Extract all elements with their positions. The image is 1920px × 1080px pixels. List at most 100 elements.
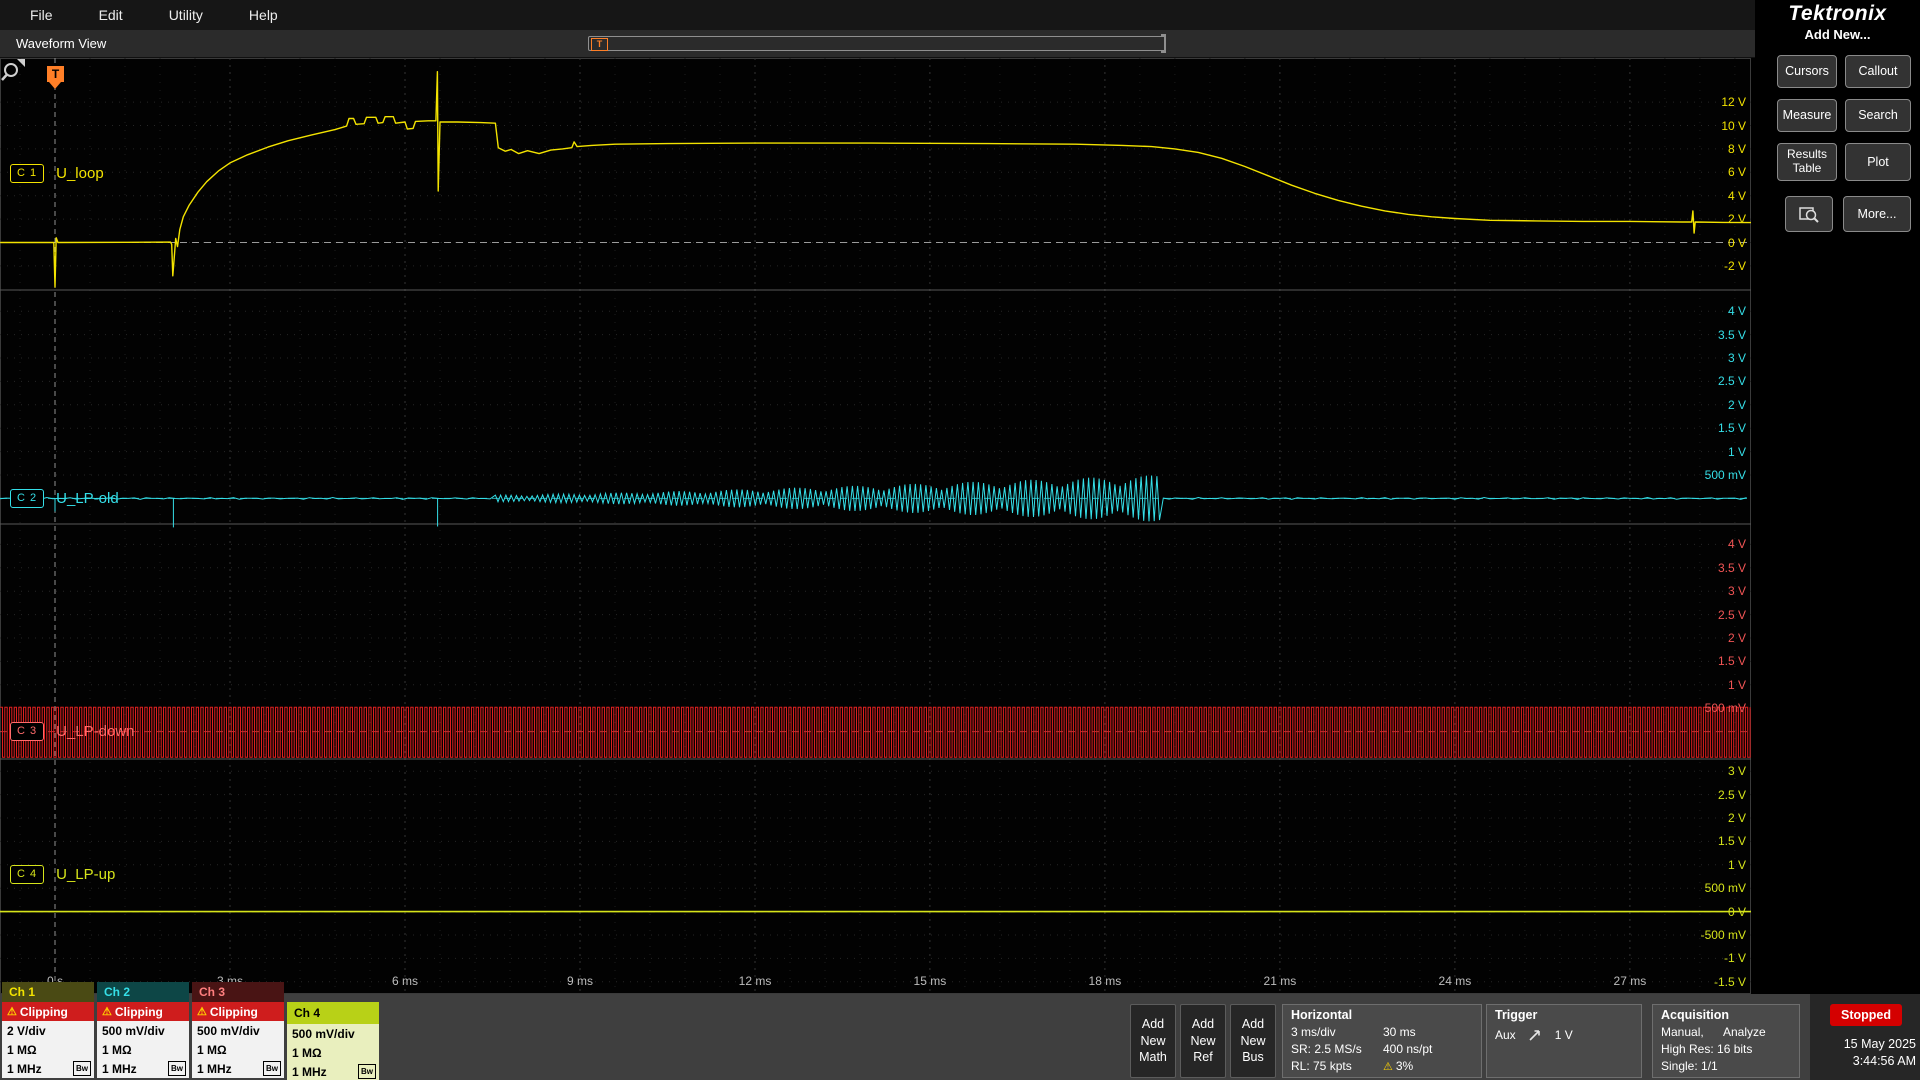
scale-label-ch4: 1.5 V: [1717, 834, 1746, 849]
channel1-bandwidth: 1 MHz: [7, 1061, 42, 1076]
plot-overlay: T C 1 U_loop C 2 U_LP-old C 3 U_LP-down …: [0, 58, 1751, 994]
add-new-bus-button[interactable]: Add New Bus: [1230, 1004, 1276, 1078]
bandwidth-limit-icon: Bw: [168, 1061, 186, 1076]
scale-label-ch3: 4 V: [1727, 537, 1746, 552]
scale-label-ch3: 3.5 V: [1717, 560, 1746, 575]
channel3-label[interactable]: C 3 U_LP-down: [10, 720, 135, 742]
scale-label-ch2: 3 V: [1727, 351, 1746, 365]
channel4-badge[interactable]: C 4: [10, 864, 45, 884]
channel3-badge[interactable]: C 3: [10, 721, 45, 741]
cursors-button[interactable]: Cursors: [1777, 55, 1837, 88]
menu-item-utility[interactable]: Utility: [169, 7, 203, 23]
trigger-panel[interactable]: Trigger Aux 1 V: [1486, 1004, 1642, 1078]
zoom-overview-icon[interactable]: [0, 58, 26, 84]
channel1-clipping-row: ⚠ Clipping: [2, 1002, 94, 1021]
scale-label-ch4: 3 V: [1727, 764, 1746, 779]
menu-bar: File Edit Utility Help: [0, 0, 1755, 30]
channel2-scale: 500 mV/div: [102, 1023, 165, 1038]
channel2-label[interactable]: C 2 U_LP-old: [10, 487, 119, 509]
scale-label-ch4: 500 mV: [1704, 881, 1746, 896]
menu-item-file[interactable]: File: [30, 7, 53, 23]
channel3-clipping-row: ⚠ Clipping: [192, 1002, 284, 1021]
channel2-clipping-text: Clipping: [114, 1004, 163, 1019]
channel4-name: U_LP-up: [56, 865, 116, 883]
channel2-bandwidth: 1 MHz: [102, 1061, 137, 1076]
scale-label-ch1: 2 V: [1727, 212, 1746, 227]
record-length: RL: 75 kpts: [1291, 1059, 1352, 1073]
warning-icon: ⚠: [197, 1006, 207, 1018]
tab-channel1[interactable]: Ch 1: [2, 982, 94, 1002]
channel1-settings-card[interactable]: ⚠ Clipping 2 V/div 1 MΩ 1 MHz Bw: [2, 1002, 94, 1078]
channel1-label[interactable]: C 1 U_loop: [10, 162, 104, 184]
menu-item-edit[interactable]: Edit: [99, 7, 123, 23]
time-axis-label: 15 ms: [913, 974, 947, 988]
search-button[interactable]: Search: [1845, 99, 1911, 132]
add-new-label: Add New...: [1804, 27, 1871, 42]
more-button[interactable]: More...: [1843, 196, 1911, 232]
scale-label-ch1: 0 V: [1727, 235, 1746, 250]
scale-label-ch4: 2 V: [1727, 811, 1746, 825]
acquisition-panel[interactable]: Acquisition Manual, Analyze High Res: 16 …: [1652, 1004, 1800, 1078]
scale-label-ch1: 6 V: [1727, 165, 1746, 180]
horizontal-title: Horizontal: [1291, 1008, 1353, 1022]
horizontal-position-scrollbar[interactable]: T: [588, 34, 1166, 53]
channel3-bandwidth: 1 MHz: [197, 1061, 232, 1076]
trigger-level: 1 V: [1554, 1028, 1573, 1042]
time-axis-label: 21 ms: [1263, 974, 1297, 988]
bandwidth-limit-icon: Bw: [358, 1064, 376, 1079]
results-table-button[interactable]: Results Table: [1777, 143, 1837, 181]
trigger-position-marker[interactable]: T: [591, 38, 608, 51]
trigger-slope-icon: [1529, 1030, 1540, 1041]
time: 3:44:56 AM: [1852, 1054, 1916, 1068]
scale-label-ch1: 4 V: [1727, 188, 1746, 203]
acquisition-analyze: Analyze: [1723, 1025, 1766, 1039]
acquisition-resolution: High Res: 16 bits: [1661, 1042, 1753, 1056]
callout-button[interactable]: Callout: [1845, 55, 1911, 88]
date-time: 15 May 2025 3:44:56 AM: [1820, 1036, 1916, 1070]
channel2-settings-card[interactable]: ⚠ Clipping 500 mV/div 1 MΩ 1 MHz Bw: [97, 1002, 189, 1078]
channel3-clipping-text: Clipping: [209, 1004, 258, 1019]
plot-button[interactable]: Plot: [1845, 143, 1911, 181]
scale-label-ch3: 1.5 V: [1717, 654, 1746, 669]
scale-label-ch2: 1.5 V: [1717, 421, 1746, 436]
scale-label-ch2: 1 V: [1727, 444, 1746, 459]
scale-label-ch1: 12 V: [1721, 95, 1746, 110]
right-sidebar: Tektronix Add New... Cursors Callout Mea…: [1755, 0, 1920, 994]
tab-channel2[interactable]: Ch 2: [97, 982, 189, 1002]
run-stop-status-button[interactable]: Stopped: [1830, 1004, 1902, 1026]
horizontal-span: 30 ms: [1383, 1025, 1416, 1039]
waveform-display[interactable]: T C 1 U_loop C 2 U_LP-old C 3 U_LP-down …: [0, 58, 1751, 994]
measure-button[interactable]: Measure: [1777, 99, 1837, 132]
scale-label-ch2: 4 V: [1727, 304, 1746, 319]
menu-item-help[interactable]: Help: [249, 7, 278, 23]
channel4-label[interactable]: C 4 U_LP-up: [10, 863, 115, 885]
channel1-name: U_loop: [56, 164, 104, 182]
channel1-badge[interactable]: C 1: [10, 163, 45, 183]
channel3-settings-card[interactable]: ⚠ Clipping 500 mV/div 1 MΩ 1 MHz Bw: [192, 1002, 284, 1078]
scale-label-ch1: 8 V: [1727, 141, 1746, 156]
channel3-name: U_LP-down: [56, 722, 135, 740]
tab-channel4[interactable]: Ch 4: [287, 1002, 379, 1024]
channel4-settings-card[interactable]: 500 mV/div 1 MΩ 1 MHz Bw: [287, 1024, 379, 1080]
scrollbar-endcap: [1161, 34, 1166, 53]
channel4-scale: 500 mV/div: [292, 1026, 355, 1041]
warning-icon: ⚠: [102, 1006, 112, 1018]
tab-channel3[interactable]: Ch 3: [192, 982, 284, 1002]
channel3-impedance: 1 MΩ: [197, 1042, 227, 1057]
add-new-ref-button[interactable]: Add New Ref: [1180, 1004, 1226, 1078]
channel2-badge[interactable]: C 2: [10, 488, 45, 508]
trigger-flag-icon[interactable]: T: [47, 66, 64, 89]
magnifier-icon: [1799, 207, 1819, 223]
time-axis-label: 6 ms: [391, 974, 418, 988]
horizontal-panel[interactable]: Horizontal 3 ms/div 30 ms SR: 2.5 MS/s 400…: [1282, 1004, 1482, 1078]
channel3-bandwidth-row: 1 MHz Bw: [192, 1059, 284, 1078]
channel4-bandwidth-row: 1 MHz Bw: [287, 1062, 379, 1080]
horizontal-scale: 3 ms/div: [1291, 1025, 1336, 1039]
zoom-mode-button[interactable]: [1785, 196, 1833, 232]
channel2-clipping-row: ⚠ Clipping: [97, 1002, 189, 1021]
channel2-bandwidth-row: 1 MHz Bw: [97, 1059, 189, 1078]
scale-label-ch4: 2.5 V: [1717, 787, 1746, 802]
scale-label-ch2: 3.5 V: [1717, 327, 1746, 342]
time-axis-label: 24 ms: [1438, 974, 1472, 988]
add-new-math-button[interactable]: Add New Math: [1130, 1004, 1176, 1078]
